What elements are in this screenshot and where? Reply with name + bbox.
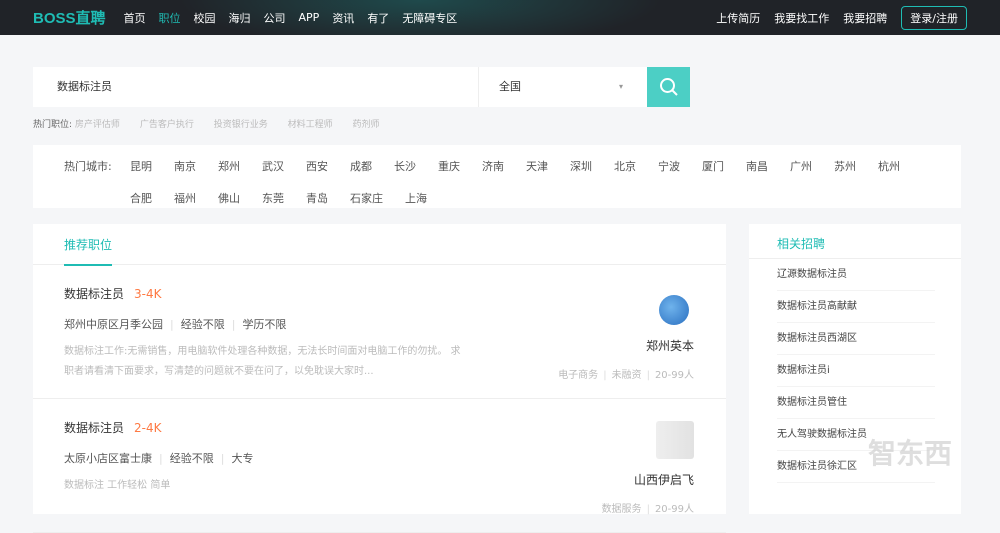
job-title[interactable]: 数据标注员 <box>64 421 124 435</box>
city-link[interactable]: 北京 <box>614 158 636 174</box>
related-job-link[interactable]: 数据标注员i <box>777 355 935 387</box>
city-link[interactable]: 南昌 <box>746 158 768 174</box>
recruit-link[interactable]: 我要招聘 <box>843 10 887 26</box>
city-link[interactable]: 济南 <box>482 158 504 174</box>
job-list-panel: 推荐职位 数据标注员 3-4K 郑州中原区月季公园 | 经验不限 | 学历不限 数据标注工… <box>33 224 726 533</box>
city-link[interactable]: 长沙 <box>394 158 416 174</box>
nav-news[interactable]: 资讯 <box>332 10 354 26</box>
related-job-link[interactable]: 辽源数据标注员 <box>777 259 935 291</box>
company-funding: 未融资 <box>611 370 642 381</box>
hot-job-link[interactable]: 药剂师 <box>352 120 379 130</box>
city-link[interactable]: 郑州 <box>218 158 240 174</box>
nav-youle[interactable]: 有了 <box>367 10 389 26</box>
company-name[interactable]: 郑州英本 <box>558 337 694 354</box>
tab-recommended[interactable]: 推荐职位 <box>64 236 113 266</box>
job-description: 数据标注 工作轻松 简单 <box>64 480 171 491</box>
city-value: 全国 <box>499 80 521 93</box>
hot-cities-label: 热门城市: <box>64 160 112 173</box>
city-link[interactable]: 南京 <box>174 158 196 174</box>
job-education: 学历不限 <box>242 318 287 331</box>
nav-app[interactable]: APP <box>299 11 320 24</box>
company-industry: 电子商务 <box>558 370 599 381</box>
nav-home[interactable]: 首页 <box>124 10 146 26</box>
nav-overseas[interactable]: 海归 <box>229 10 251 26</box>
nav-accessibility[interactable]: 无障碍专区 <box>402 10 457 26</box>
city-link[interactable]: 苏州 <box>834 158 856 174</box>
city-link[interactable]: 天津 <box>526 158 548 174</box>
watermark: 智东西 <box>868 437 953 470</box>
city-link[interactable]: 东莞 <box>262 190 284 206</box>
city-link[interactable]: 福州 <box>174 190 196 206</box>
company-logo[interactable] <box>659 295 689 325</box>
boss-logo[interactable]: BOSS直聘 <box>33 7 106 28</box>
search-bar: 数据标注员 全国 ▾ <box>33 67 690 107</box>
city-link[interactable]: 青岛 <box>306 190 328 206</box>
job-description: 数据标注工作:无需销售，用电脑软件处理各种数据，无法长时间面对电脑工作的勿扰。 … <box>64 346 461 377</box>
city-link[interactable]: 杭州 <box>878 158 900 174</box>
job-experience: 经验不限 <box>169 452 214 465</box>
city-link[interactable]: 广州 <box>790 158 812 174</box>
job-card[interactable]: 数据标注员 3-4K 郑州中原区月季公园 | 经验不限 | 学历不限 数据标注工作:无需销… <box>33 265 726 399</box>
hot-job-link[interactable]: 材料工程师 <box>288 120 333 130</box>
nav-campus[interactable]: 校园 <box>194 10 216 26</box>
city-select[interactable]: 全国 ▾ <box>479 67 647 107</box>
job-location: 郑州中原区月季公园 <box>64 318 163 331</box>
hot-jobs-label: 热门职位: <box>33 120 73 130</box>
job-experience: 经验不限 <box>180 318 225 331</box>
related-job-link[interactable]: 数据标注员西湖区 <box>777 323 935 355</box>
city-link[interactable]: 合肥 <box>130 190 152 206</box>
city-link[interactable]: 昆明 <box>130 158 152 174</box>
company-logo-placeholder[interactable] <box>656 421 694 459</box>
job-education: 大专 <box>231 452 254 465</box>
city-link[interactable]: 重庆 <box>438 158 460 174</box>
city-link[interactable]: 厦门 <box>702 158 724 174</box>
city-link[interactable]: 西安 <box>306 158 328 174</box>
search-button[interactable] <box>647 67 690 107</box>
related-job-link[interactable]: 数据标注员高献献 <box>777 291 935 323</box>
company-name[interactable]: 山西伊启飞 <box>602 471 694 488</box>
city-link[interactable]: 成都 <box>350 158 372 174</box>
login-button[interactable]: 登录/注册 <box>901 5 967 30</box>
upload-resume-link[interactable]: 上传简历 <box>716 10 760 26</box>
city-link[interactable]: 武汉 <box>262 158 284 174</box>
company-size: 20-99人 <box>654 370 694 381</box>
find-job-link[interactable]: 我要找工作 <box>774 10 829 26</box>
related-jobs-title: 相关招聘 <box>749 224 961 259</box>
search-icon <box>659 78 678 96</box>
search-input[interactable]: 数据标注员 <box>33 67 479 107</box>
city-list: 昆明 南京 郑州 武汉 西安 成都 长沙 重庆 济南 天津 深圳 北京 宁波 厦门 南昌 广州 苏州 杭州合肥 福州… <box>130 158 930 206</box>
city-link[interactable]: 宁波 <box>658 158 680 174</box>
chevron-down-icon: ▾ <box>618 82 623 91</box>
job-title[interactable]: 数据标注员 <box>64 287 124 301</box>
city-link[interactable]: 石家庄 <box>350 190 383 206</box>
nav-company[interactable]: 公司 <box>264 10 286 26</box>
related-job-link[interactable]: 数据标注员管住 <box>777 387 935 419</box>
company-industry: 数据服务 <box>601 504 642 515</box>
city-link[interactable]: 上海 <box>405 190 427 206</box>
job-salary: 2-4K <box>134 421 162 435</box>
city-link[interactable]: 佛山 <box>218 190 240 206</box>
job-salary: 3-4K <box>134 287 162 301</box>
job-location: 太原小店区富士康 <box>64 452 152 465</box>
nav-jobs[interactable]: 职位 <box>159 10 181 26</box>
hot-cities-panel: 热门城市: 昆明 南京 郑州 武汉 西安 成都 长沙 重庆 济南 天津 深圳 北京 宁波 厦门 南昌 广州 苏州… <box>33 145 961 208</box>
top-nav: BOSS直聘 首页 职位 校园 海归 公司 APP 资讯 有了 无障碍专区 上传… <box>0 0 1000 35</box>
hot-job-link[interactable]: 房产评估师 <box>75 120 120 130</box>
job-card[interactable]: 数据标注员 2-4K 太原小店区富士康 | 经验不限 | 大专 数据标注 工作轻松 简单 … <box>33 399 726 533</box>
hot-job-link[interactable]: 广告客户执行 <box>140 120 194 130</box>
city-link[interactable]: 深圳 <box>570 158 592 174</box>
company-size: 20-99人 <box>654 504 694 515</box>
hot-jobs: 热门职位: 房产评估师 广告客户执行 投资银行业务 材料工程师 药剂师 <box>33 117 397 130</box>
hot-job-link[interactable]: 投资银行业务 <box>214 120 268 130</box>
